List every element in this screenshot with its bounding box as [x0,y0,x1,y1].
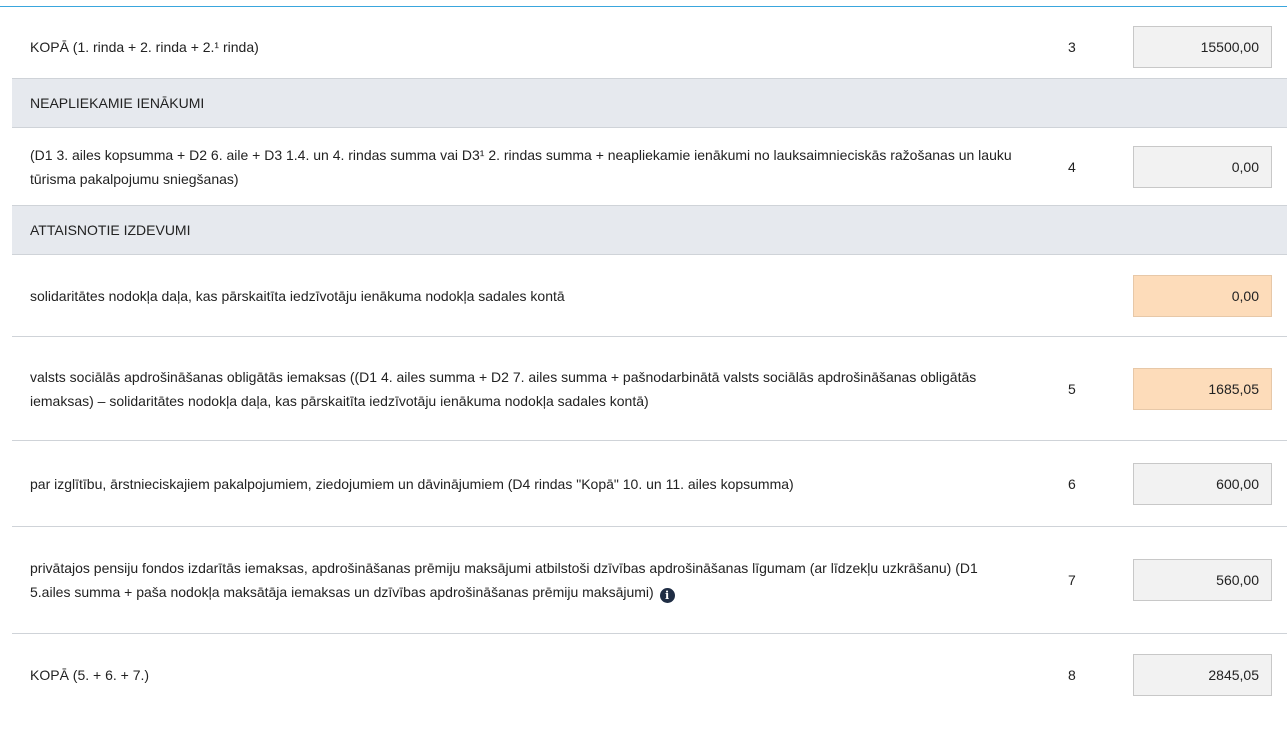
section-title: ATTAISNOTIE IZDEVUMI [30,222,191,238]
section-header-attaisnotie: ATTAISNOTIE IZDEVUMI [12,206,1287,255]
row-7: privātajos pensiju fondos izdarītās iema… [12,527,1287,634]
row-label: (D1 3. ailes kopsumma + D2 6. aile + D3 … [30,146,1012,187]
info-icon[interactable]: i [659,588,675,603]
row-number: 8 [1068,667,1076,683]
value-field[interactable]: 600,00 [1133,462,1272,505]
value-field[interactable]: 560,00 [1133,559,1272,601]
row-number: 4 [1068,158,1076,175]
row-number: 5 [1068,380,1076,397]
row-label-text: privātajos pensiju fondos izdarītās iema… [30,560,978,600]
row-4: (D1 3. ailes kopsumma + D2 6. aile + D3 … [12,128,1287,206]
value-field[interactable]: 15500,00 [1133,25,1272,68]
value-field[interactable]: 0,00 [1133,145,1272,188]
row-label: privātajos pensiju fondos izdarītās iema… [12,556,1022,604]
section-title: NEAPLIEKAMIE IENĀKUMI [30,95,205,111]
value-field[interactable]: 1685,05 [1133,367,1272,410]
top-accent-line [0,6,1287,7]
row-total-8: KOPĀ (5. + 6. + 7.) 8 2845,05 [12,634,1287,716]
declaration-table: KOPĀ (1. rinda + 2. rinda + 2.¹ rinda) 3… [12,15,1287,716]
row-6: par izglītību, ārstnieciskajiem pakalpoj… [12,441,1287,527]
row-number: 7 [1068,572,1076,588]
row-5: valsts sociālās apdrošināšanas obligātās… [12,337,1287,441]
value-field[interactable]: 0,00 [1133,274,1272,317]
row-total-3: KOPĀ (1. rinda + 2. rinda + 2.¹ rinda) 3… [12,15,1287,79]
row-label: par izglītību, ārstnieciskajiem pakalpoj… [30,475,794,492]
section-header-neapliekamie: NEAPLIEKAMIE IENĀKUMI [12,79,1287,128]
row-label: solidaritātes nodokļa daļa, kas pārskait… [30,287,565,304]
row-number: 3 [1068,38,1076,55]
row-solidaritate: solidaritātes nodokļa daļa, kas pārskait… [12,255,1287,337]
value-field[interactable]: 2845,05 [1133,654,1272,696]
row-number: 6 [1068,475,1076,492]
row-label: valsts sociālās apdrošināšanas obligātās… [30,368,977,409]
row-label: KOPĀ (1. rinda + 2. rinda + 2.¹ rinda) [30,38,259,55]
row-label: KOPĀ (5. + 6. + 7.) [30,667,150,683]
